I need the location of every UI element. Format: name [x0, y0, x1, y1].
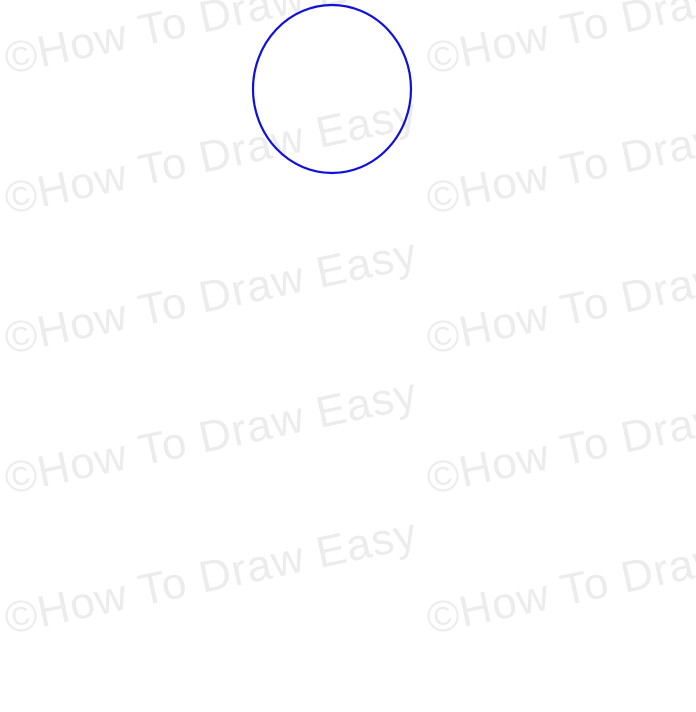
drawing-svg [251, 3, 413, 175]
drawing-canvas: ©How To Draw Easy ©How To Draw Easy ©How… [0, 0, 696, 712]
head-circle-outline [251, 3, 413, 175]
